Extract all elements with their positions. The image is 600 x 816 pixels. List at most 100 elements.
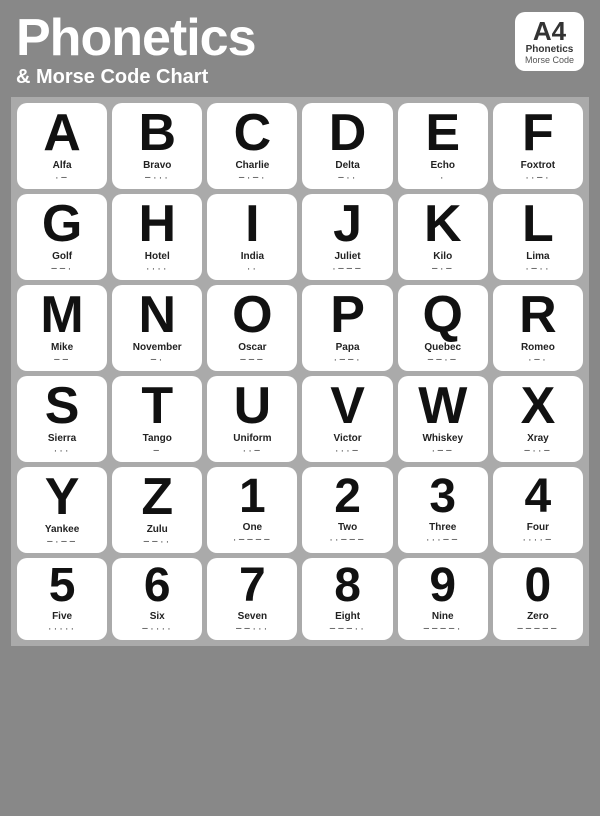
- card-morse: ·−: [55, 172, 69, 184]
- card-name: Foxtrot: [521, 160, 555, 171]
- phonetic-card-x: XXray−··−: [493, 376, 583, 462]
- phonetic-card-u: UUniform··−: [207, 376, 297, 462]
- card-morse: −··: [338, 172, 358, 184]
- phonetic-card-a: AAlfa·−: [17, 103, 107, 189]
- card-name: Lima: [526, 251, 549, 262]
- card-name: Two: [338, 522, 357, 533]
- card-letter: H: [138, 198, 176, 250]
- card-letter: 9: [429, 562, 456, 610]
- phonetic-card-2: 2Two··−−−: [302, 467, 392, 553]
- phonetic-card-i: IIndia··: [207, 194, 297, 280]
- card-name: Yankee: [45, 524, 79, 535]
- card-name: November: [133, 342, 182, 353]
- card-letter: F: [522, 107, 554, 159]
- card-name: Alfa: [53, 160, 72, 171]
- card-name: Zulu: [147, 524, 168, 535]
- card-morse: −−···: [235, 623, 269, 635]
- card-name: Echo: [431, 160, 455, 171]
- card-name: Six: [150, 611, 165, 622]
- phonetic-card-y: YYankee−·−−: [17, 467, 107, 553]
- card-name: Zero: [527, 611, 549, 622]
- card-name: Charlie: [235, 160, 269, 171]
- card-morse: −····: [142, 623, 173, 635]
- phonetic-card-d: DDelta−··: [302, 103, 392, 189]
- card-letter: 2: [334, 473, 361, 521]
- phonetic-card-l: LLima·−··: [493, 194, 583, 280]
- card-name: Uniform: [233, 433, 271, 444]
- card-morse: ·····: [48, 623, 76, 635]
- card-letter: P: [330, 289, 365, 341]
- card-name: Five: [52, 611, 72, 622]
- card-morse: −·−·: [238, 172, 266, 184]
- card-letter: 8: [334, 562, 361, 610]
- card-letter: D: [329, 107, 367, 159]
- card-name: Seven: [238, 611, 267, 622]
- phonetic-card-r: RRomeo·−·: [493, 285, 583, 371]
- card-letter: 1: [239, 473, 266, 521]
- card-letter: I: [245, 198, 259, 250]
- card-letter: O: [232, 289, 272, 341]
- phonetic-card-8: 8Eight−−−··: [302, 558, 392, 640]
- card-morse: −·: [150, 354, 164, 366]
- card-name: Hotel: [145, 251, 170, 262]
- card-letter: M: [40, 289, 83, 341]
- card-letter: E: [425, 107, 460, 159]
- card-morse: ···: [54, 445, 71, 457]
- phonetics-grid: AAlfa·−BBravo−···CCharlie−·−·DDelta−··EE…: [11, 97, 589, 646]
- badge: A4 Phonetics Morse Code: [515, 12, 584, 71]
- card-morse: ·−−−: [332, 263, 363, 275]
- card-name: Eight: [335, 611, 360, 622]
- card-name: Victor: [333, 433, 361, 444]
- card-name: Nine: [432, 611, 454, 622]
- card-morse: ···−−: [426, 534, 460, 546]
- phonetic-card-f: FFoxtrot··−·: [493, 103, 583, 189]
- card-name: Bravo: [143, 160, 171, 171]
- card-letter: V: [330, 380, 365, 432]
- card-morse: −−−··: [329, 623, 366, 635]
- phonetic-card-w: WWhiskey·−−: [398, 376, 488, 462]
- card-morse: −··−: [524, 445, 552, 457]
- phonetic-card-e: EEcho·: [398, 103, 488, 189]
- card-morse: ··−−−: [329, 534, 366, 546]
- card-morse: ····−: [522, 534, 553, 546]
- card-name: Kilo: [433, 251, 452, 262]
- card-morse: ·−−·: [333, 354, 361, 366]
- phonetic-card-9: 9Nine−−−−·: [398, 558, 488, 640]
- phonetic-card-j: JJuliet·−−−: [302, 194, 392, 280]
- card-letter: X: [521, 380, 556, 432]
- phonetic-card-g: GGolf−−·: [17, 194, 107, 280]
- card-name: Mike: [51, 342, 73, 353]
- card-letter: Q: [423, 289, 463, 341]
- card-letter: L: [522, 198, 554, 250]
- phonetic-card-k: KKilo−·−: [398, 194, 488, 280]
- phonetic-card-1: 1One·−−−−: [207, 467, 297, 553]
- card-name: Romeo: [521, 342, 555, 353]
- phonetic-card-6: 6Six−····: [112, 558, 202, 640]
- card-morse: −·−−: [47, 536, 78, 548]
- card-letter: G: [42, 198, 82, 250]
- card-morse: ·−·: [528, 354, 548, 366]
- card-name: Xray: [527, 433, 549, 444]
- card-name: Delta: [335, 160, 359, 171]
- card-letter: A: [43, 107, 81, 159]
- card-morse: −−−−·: [423, 623, 462, 635]
- card-morse: ····: [146, 263, 169, 275]
- card-letter: 3: [429, 473, 456, 521]
- card-name: One: [243, 522, 262, 533]
- card-letter: K: [424, 198, 462, 250]
- card-morse: −···: [145, 172, 170, 184]
- card-morse: ·−−−−: [233, 534, 272, 546]
- card-letter: N: [138, 289, 176, 341]
- card-name: Whiskey: [422, 433, 463, 444]
- phonetic-card-n: NNovember−·: [112, 285, 202, 371]
- card-letter: S: [45, 380, 80, 432]
- card-letter: J: [333, 198, 362, 250]
- card-name: India: [241, 251, 264, 262]
- card-name: Sierra: [48, 433, 76, 444]
- card-letter: T: [141, 380, 173, 432]
- title-block: Phonetics & Morse Code Chart: [16, 12, 256, 89]
- phonetic-card-m: MMike−−: [17, 285, 107, 371]
- card-name: Three: [429, 522, 456, 533]
- phonetic-card-4: 4Four····−: [493, 467, 583, 553]
- card-morse: −−: [54, 354, 71, 366]
